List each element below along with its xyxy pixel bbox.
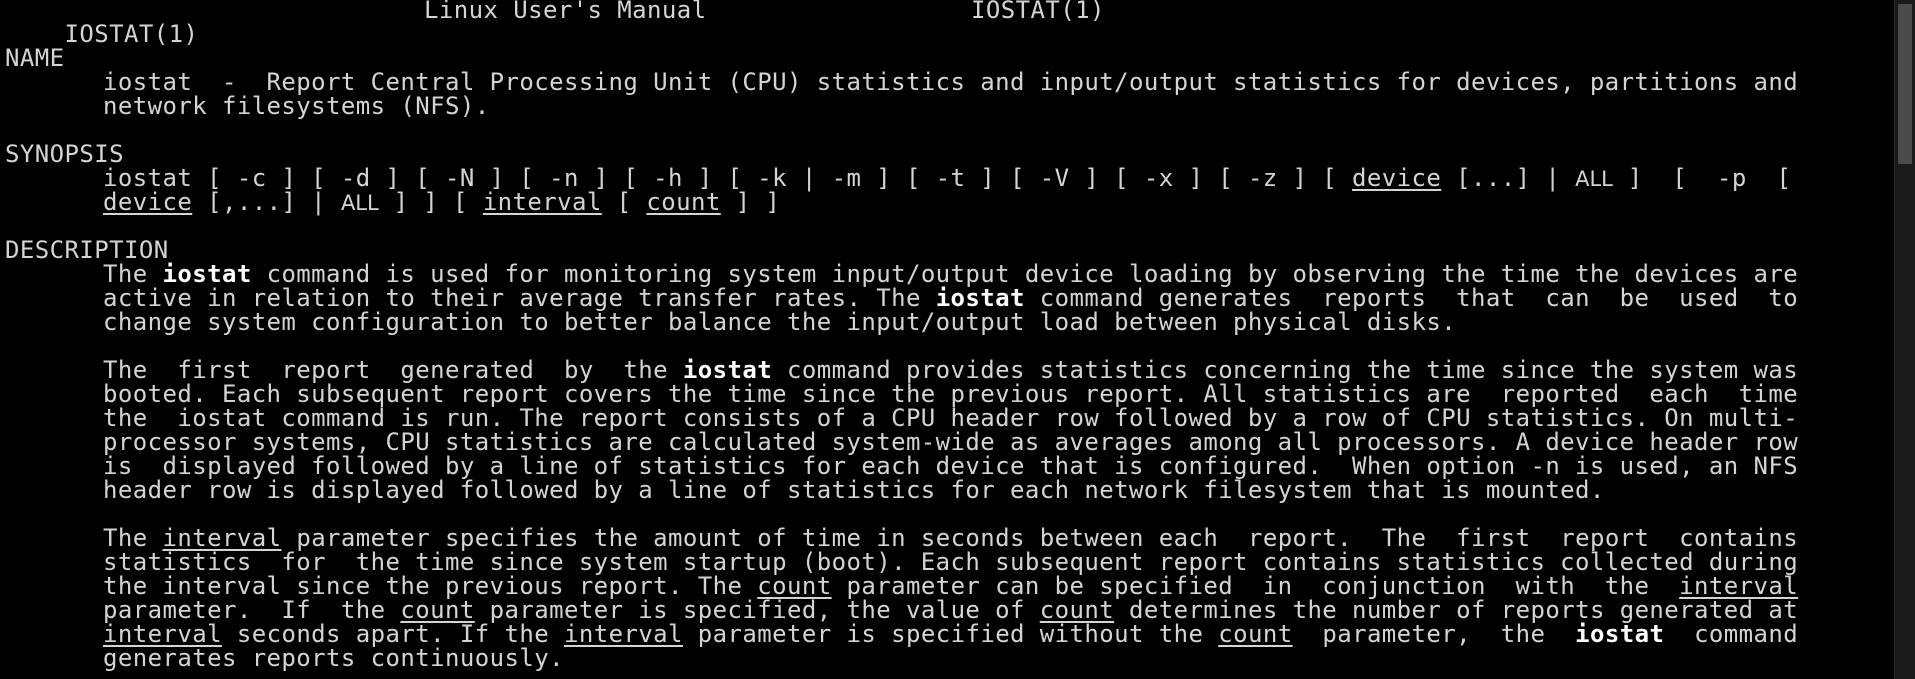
synopsis-more: [...] | bbox=[1456, 164, 1561, 192]
section-heading-description: DESCRIPTION bbox=[5, 236, 169, 264]
desc-p2-line-1: The first report generated by the iostat… bbox=[103, 358, 1798, 382]
count-arg: count bbox=[1218, 620, 1293, 648]
terminal-window: IOSTAT(1) Linux User's Manual IOSTAT(1) … bbox=[0, 0, 1915, 679]
header-center: Linux User's Manual bbox=[424, 0, 707, 24]
desc-p1-line-2: active in relation to their average tran… bbox=[103, 286, 1798, 310]
desc-p2-line-3: the iostat command is run. The report co… bbox=[103, 404, 1799, 432]
synopsis-device-arg: device bbox=[1352, 164, 1442, 192]
section-heading-synopsis: SYNOPSIS bbox=[5, 140, 124, 168]
man-header: IOSTAT(1) bbox=[5, 0, 198, 46]
header-left: IOSTAT(1) bbox=[64, 20, 199, 48]
synopsis-p-option: [ -p [ bbox=[1672, 164, 1792, 192]
synopsis-device-arg-2: device bbox=[103, 188, 193, 216]
text-span: command bbox=[1664, 620, 1799, 648]
synopsis-all: ALL bbox=[1575, 167, 1613, 191]
scrollbar-thumb[interactable] bbox=[1898, 4, 1912, 164]
synopsis-bracket: [ bbox=[616, 188, 632, 216]
header-right: IOSTAT(1) bbox=[971, 0, 1105, 24]
desc-p2-line-5: is displayed followed by a line of stati… bbox=[103, 452, 1799, 480]
interval-arg: interval bbox=[563, 620, 683, 648]
synopsis-line-2: device [,...] | ALL ] ] [ interval [ cou… bbox=[103, 188, 781, 216]
desc-p3-line-4: parameter. If the count parameter is spe… bbox=[103, 598, 1798, 622]
text-span: parameter is specified without the bbox=[682, 620, 1219, 648]
desc-p3-line-2: statistics for the time since system sta… bbox=[103, 548, 1799, 576]
desc-p1-line-3: change system configuration to better ba… bbox=[103, 308, 1457, 336]
desc-p3-line-6: generates reports continuously. bbox=[103, 644, 564, 672]
synopsis-close: ] bbox=[1627, 164, 1643, 192]
desc-p3-line-3: the interval since the previous report. … bbox=[103, 574, 1798, 598]
desc-p2-line-2: booted. Each subsequent report covers th… bbox=[103, 380, 1799, 408]
synopsis-line-1: iostat [ -c ] [ -d ] [ -N ] [ -n ] [ -h … bbox=[103, 164, 1792, 192]
text-span: parameter, the bbox=[1292, 620, 1576, 648]
synopsis-count-arg: count bbox=[646, 188, 721, 216]
synopsis-interval-arg: interval bbox=[482, 188, 602, 216]
vertical-scrollbar[interactable] bbox=[1894, 0, 1915, 679]
synopsis-more-2: [,...] | bbox=[207, 188, 327, 216]
desc-p2-line-4: processor systems, CPU statistics are ca… bbox=[103, 428, 1799, 456]
desc-p1-line-1: The iostat command is used for monitorin… bbox=[103, 262, 1798, 286]
name-line-2: network filesystems (NFS). bbox=[103, 92, 490, 120]
bold-command: iostat bbox=[1575, 620, 1665, 648]
desc-p3-line-5: interval seconds apart. If the interval … bbox=[103, 622, 1798, 646]
section-heading-name: NAME bbox=[5, 44, 65, 72]
synopsis-end: ] ] bbox=[735, 188, 781, 216]
synopsis-close-2: ] ] [ bbox=[393, 188, 468, 216]
desc-p2-line-6: header row is displayed followed by a li… bbox=[103, 476, 1605, 504]
desc-p3-line-1: The interval parameter specifies the amo… bbox=[103, 526, 1798, 550]
synopsis-all-2: ALL bbox=[340, 191, 379, 215]
name-line-1: iostat - Report Central Processing Unit … bbox=[103, 68, 1799, 96]
